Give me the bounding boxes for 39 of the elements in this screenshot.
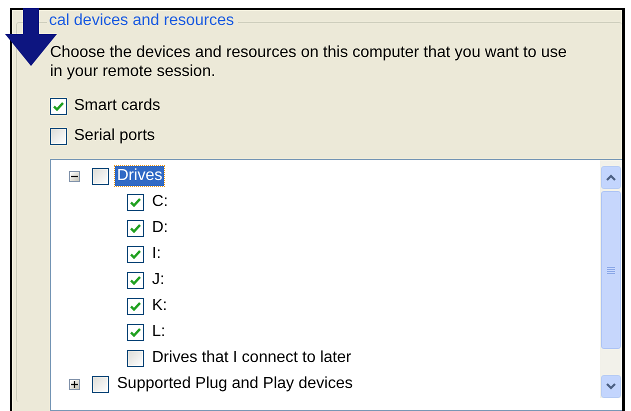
- checkbox-label: Smart cards: [74, 97, 160, 115]
- chevron-down-icon: [606, 383, 616, 390]
- checkmark-icon: [130, 276, 141, 284]
- checkbox[interactable]: [127, 350, 144, 366]
- tree-item[interactable]: J:: [150, 270, 166, 290]
- grip-icon: [607, 266, 615, 274]
- checkmark-icon: [53, 102, 64, 110]
- tree-item[interactable]: Drives: [115, 166, 164, 186]
- checkbox[interactable]: [127, 272, 144, 288]
- checkmark-icon: [130, 224, 141, 232]
- checkbox[interactable]: [50, 98, 67, 114]
- checkbox[interactable]: [127, 298, 144, 314]
- scroll-up-button[interactable]: [601, 166, 621, 189]
- description-text: Choose the devices and resources on this computer that you want to use in your remote session.: [50, 43, 568, 81]
- expand-icon[interactable]: [69, 378, 80, 390]
- checkbox[interactable]: [127, 194, 144, 210]
- tree-item[interactable]: I:: [150, 244, 163, 264]
- checkbox[interactable]: [92, 168, 109, 184]
- checkmark-icon: [130, 302, 141, 310]
- checkbox[interactable]: [92, 376, 109, 392]
- checkmark-icon: [130, 250, 141, 258]
- scroll-down-button[interactable]: [601, 375, 621, 398]
- checkbox-label: Serial ports: [74, 127, 155, 145]
- chevron-up-icon: [606, 174, 616, 181]
- tree-item[interactable]: C:: [150, 192, 170, 212]
- checkbox[interactable]: [127, 324, 144, 340]
- checkbox[interactable]: [127, 246, 144, 262]
- collapse-icon[interactable]: [69, 170, 80, 182]
- tree-item[interactable]: Supported Plug and Play devices: [115, 374, 355, 394]
- vertical-scrollbar[interactable]: [600, 160, 622, 398]
- tree-item[interactable]: Drives that I connect to later: [150, 348, 354, 368]
- checkmark-icon: [130, 198, 141, 206]
- checkmark-icon: [130, 328, 141, 336]
- tree-item[interactable]: K:: [150, 296, 170, 316]
- tree-item[interactable]: L:: [150, 322, 168, 342]
- checkbox[interactable]: [50, 128, 67, 144]
- tree-item[interactable]: D:: [150, 218, 170, 238]
- checkbox[interactable]: [127, 220, 144, 236]
- scroll-thumb[interactable]: [601, 191, 621, 349]
